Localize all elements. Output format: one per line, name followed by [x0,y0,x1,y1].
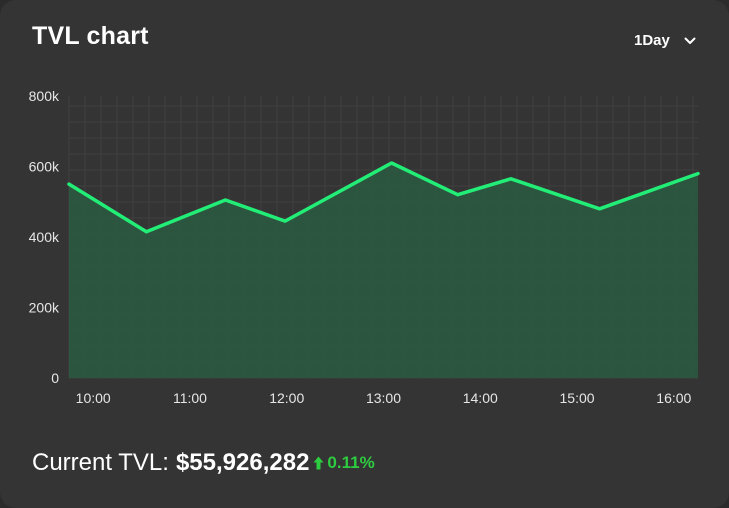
x-tick-label: 11:00 [173,390,207,406]
y-tick-label: 0 [51,370,59,386]
y-axis-ticks: 0 200k 400k 600k 800k [29,88,60,386]
y-tick-label: 400k [29,229,60,245]
x-tick-label: 13:00 [366,390,401,406]
current-tvl-label: Current TVL: [32,449,169,476]
x-tick-label: 15:00 [560,390,595,406]
current-tvl-value: $55,926,282 [175,449,310,476]
current-tvl: Current TVL: $55,926,282 0.11% [32,449,375,477]
chart-area-layer [69,163,698,378]
tvl-change-badge: 0.11% [313,453,375,473]
tvl-chart-card: TVL chart 1Day 0 200k 400k 600k 800k 10:00 11… [0,0,729,508]
tvl-chart: 0 200k 400k 600k 800k 10:00 11:00 12:00 13:00 14… [29,88,700,406]
tvl-change-value: 0.11% [327,453,375,472]
y-tick-label: 800k [29,88,60,104]
tvl-area-fill [69,163,698,378]
x-axis-ticks: 10:00 11:00 12:00 13:00 14:00 15:00 16:00 [76,390,692,406]
y-tick-label: 600k [29,159,60,175]
x-tick-label: 10:00 [76,390,111,406]
x-tick-label: 12:00 [269,390,304,406]
arrow-up-icon [313,456,324,470]
x-tick-label: 16:00 [656,390,691,406]
y-tick-label: 200k [29,300,60,316]
x-tick-label: 14:00 [463,390,498,406]
